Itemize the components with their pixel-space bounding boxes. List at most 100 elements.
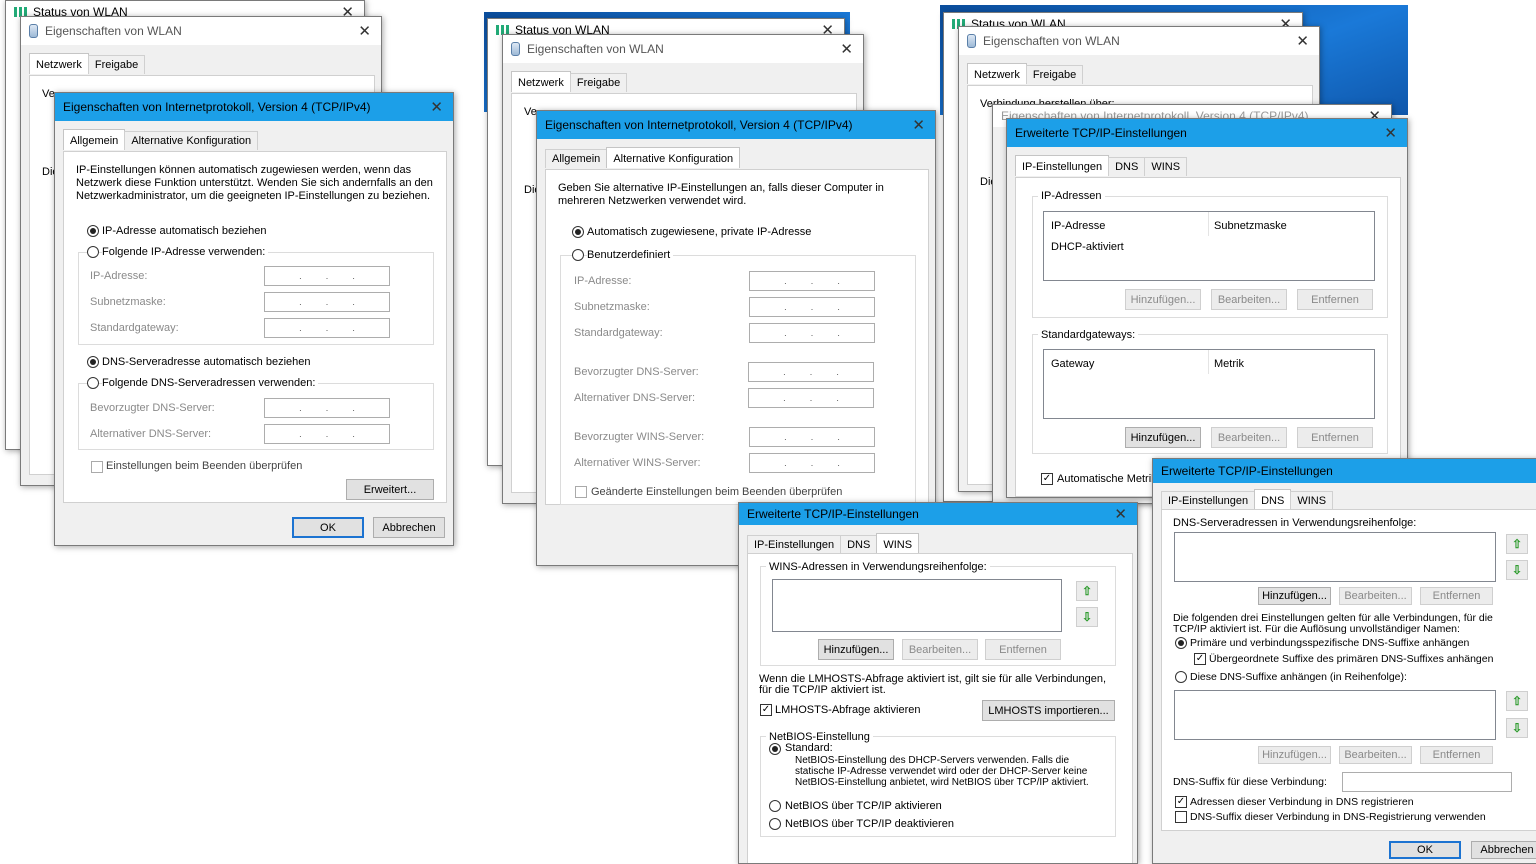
tab-alternative[interactable]: Alternative Konfiguration [606, 147, 741, 168]
ipv4-titlebar[interactable]: Eigenschaften von Internetprotokoll, Ver… [537, 111, 935, 139]
dns-pref-field[interactable]: ... [748, 362, 874, 382]
tab-freigabe[interactable]: Freigabe [87, 55, 146, 74]
dns-servers-list[interactable] [1174, 532, 1496, 582]
dns-alt-field[interactable]: ... [748, 388, 874, 408]
move-down-icon[interactable]: ⇩ [1506, 718, 1528, 738]
auto-metric-checkbox[interactable]: ✓ [1041, 473, 1053, 485]
parent-suffix-checkbox[interactable]: ✓ [1194, 653, 1206, 665]
tab-wins[interactable]: WINS [1290, 491, 1334, 510]
ip-address-field[interactable]: ... [264, 266, 390, 286]
wlan-properties-titlebar[interactable]: Eigenschaften von WLAN ✕ [503, 35, 863, 63]
tab-wins[interactable]: WINS [876, 533, 920, 554]
tab-allgemein[interactable]: Allgemein [63, 129, 126, 150]
ip-address-field[interactable]: ... [749, 271, 875, 291]
advanced-button[interactable]: Erweitert... [346, 479, 434, 500]
close-icon[interactable]: ✕ [430, 98, 443, 116]
move-up-icon[interactable]: ⇧ [1506, 534, 1528, 554]
tab-wins[interactable]: WINS [1144, 157, 1188, 176]
column-gateway[interactable]: Gateway [1051, 358, 1094, 370]
remove-suffix-button[interactable]: Entfernen [1420, 746, 1493, 764]
lmhosts-checkbox[interactable]: ✓ [760, 704, 772, 716]
advanced-titlebar[interactable]: Erweiterte TCP/IP-Einstellungen ✕ [1153, 459, 1536, 483]
these-suffixes-radio[interactable] [1175, 671, 1187, 683]
dns-suffix-list[interactable] [1174, 690, 1496, 740]
add-wins-button[interactable]: Hinzufügen... [818, 639, 894, 660]
advanced-titlebar[interactable]: Erweiterte TCP/IP-Einstellungen ✕ [739, 503, 1137, 525]
remove-dns-button[interactable]: Entfernen [1420, 587, 1493, 605]
move-up-icon[interactable]: ⇧ [1076, 581, 1098, 601]
ok-button[interactable]: OK [1389, 841, 1461, 859]
subnet-field[interactable]: ... [264, 292, 390, 312]
close-icon[interactable]: ✕ [1296, 32, 1309, 50]
column-metric[interactable]: Metrik [1214, 358, 1244, 370]
ok-button[interactable]: OK [292, 517, 364, 538]
netbios-disable-radio[interactable] [769, 818, 781, 830]
close-icon[interactable]: ✕ [1114, 505, 1127, 523]
list-item[interactable]: DHCP-aktiviert [1051, 241, 1124, 253]
user-defined-radio[interactable] [572, 249, 584, 261]
move-down-icon[interactable]: ⇩ [1506, 560, 1528, 580]
tab-netzwerk[interactable]: Netzwerk [967, 63, 1027, 84]
subnet-field[interactable]: ... [749, 297, 875, 317]
move-up-icon[interactable]: ⇧ [1506, 691, 1528, 711]
add-dns-button[interactable]: Hinzufügen... [1258, 587, 1331, 605]
validate-checkbox[interactable] [575, 486, 587, 498]
add-suffix-button[interactable]: Hinzufügen... [1258, 746, 1331, 764]
ipv4-titlebar[interactable]: Eigenschaften von Internetprotokoll, Ver… [55, 93, 453, 121]
netbios-enable-radio[interactable] [769, 800, 781, 812]
column-ip-address[interactable]: IP-Adresse [1051, 220, 1105, 232]
netbios-standard-radio[interactable] [769, 743, 781, 755]
wins-pref-field[interactable]: ... [749, 427, 875, 447]
tab-dns[interactable]: DNS [840, 535, 878, 554]
column-subnet-mask[interactable]: Subnetzmaske [1214, 220, 1287, 232]
dns-manual-radio[interactable] [87, 377, 99, 389]
connection-suffix-input[interactable] [1342, 772, 1512, 792]
dns-auto-radio[interactable] [87, 356, 99, 368]
tab-dns[interactable]: DNS [1108, 157, 1146, 176]
gateways-list[interactable]: Gateway Metrik [1043, 349, 1375, 419]
cancel-button[interactable]: Abbrechen [1471, 841, 1536, 859]
lmhosts-import-button[interactable]: LMHOSTS importieren... [982, 700, 1115, 721]
add-gateway-button[interactable]: Hinzufügen... [1125, 427, 1201, 448]
ip-manual-radio[interactable] [87, 246, 99, 258]
remove-gateway-button[interactable]: Entfernen [1297, 427, 1373, 448]
tab-dns[interactable]: DNS [1254, 489, 1292, 510]
tab-netzwerk[interactable]: Netzwerk [29, 53, 89, 74]
primary-suffix-radio[interactable] [1175, 637, 1187, 649]
tab-ip-settings[interactable]: IP-Einstellungen [1015, 155, 1110, 176]
close-icon[interactable]: ✕ [358, 22, 371, 40]
edit-wins-button[interactable]: Bearbeiten... [902, 639, 978, 660]
close-icon[interactable]: ✕ [840, 40, 853, 58]
tab-allgemein[interactable]: Allgemein [545, 149, 608, 168]
ip-auto-radio[interactable] [87, 225, 99, 237]
tab-ip-settings[interactable]: IP-Einstellungen [1161, 491, 1256, 510]
dns-alt-field[interactable]: ... [264, 424, 390, 444]
wins-alt-field[interactable]: ... [749, 453, 875, 473]
edit-gateway-button[interactable]: Bearbeiten... [1211, 427, 1287, 448]
remove-wins-button[interactable]: Entfernen [985, 639, 1061, 660]
tab-netzwerk[interactable]: Netzwerk [511, 71, 571, 92]
ip-addresses-list[interactable]: IP-Adresse Subnetzmaske DHCP-aktiviert [1043, 211, 1375, 281]
close-icon[interactable]: ✕ [912, 116, 925, 134]
wlan-properties-titlebar[interactable]: Eigenschaften von WLAN ✕ [21, 17, 381, 45]
tab-freigabe[interactable]: Freigabe [1025, 65, 1084, 84]
tab-freigabe[interactable]: Freigabe [569, 73, 628, 92]
use-suffix-checkbox[interactable] [1175, 811, 1187, 823]
dns-pref-field[interactable]: ... [264, 398, 390, 418]
edit-dns-button[interactable]: Bearbeiten... [1339, 587, 1412, 605]
wins-addresses-list[interactable] [772, 579, 1062, 632]
gateway-field[interactable]: ... [749, 323, 875, 343]
edit-suffix-button[interactable]: Bearbeiten... [1339, 746, 1412, 764]
tab-ip-settings[interactable]: IP-Einstellungen [747, 535, 842, 554]
validate-checkbox[interactable] [91, 461, 103, 473]
tab-alternative[interactable]: Alternative Konfiguration [124, 131, 259, 150]
gateway-field[interactable]: ... [264, 318, 390, 338]
close-icon[interactable]: ✕ [1384, 124, 1397, 142]
advanced-titlebar[interactable]: Erweiterte TCP/IP-Einstellungen ✕ [1007, 119, 1407, 147]
remove-ip-button[interactable]: Entfernen [1297, 289, 1373, 310]
wlan-properties-titlebar[interactable]: Eigenschaften von WLAN ✕ [959, 27, 1319, 55]
add-ip-button[interactable]: Hinzufügen... [1125, 289, 1201, 310]
register-dns-checkbox[interactable]: ✓ [1175, 796, 1187, 808]
auto-private-radio[interactable] [572, 226, 584, 238]
move-down-icon[interactable]: ⇩ [1076, 607, 1098, 627]
